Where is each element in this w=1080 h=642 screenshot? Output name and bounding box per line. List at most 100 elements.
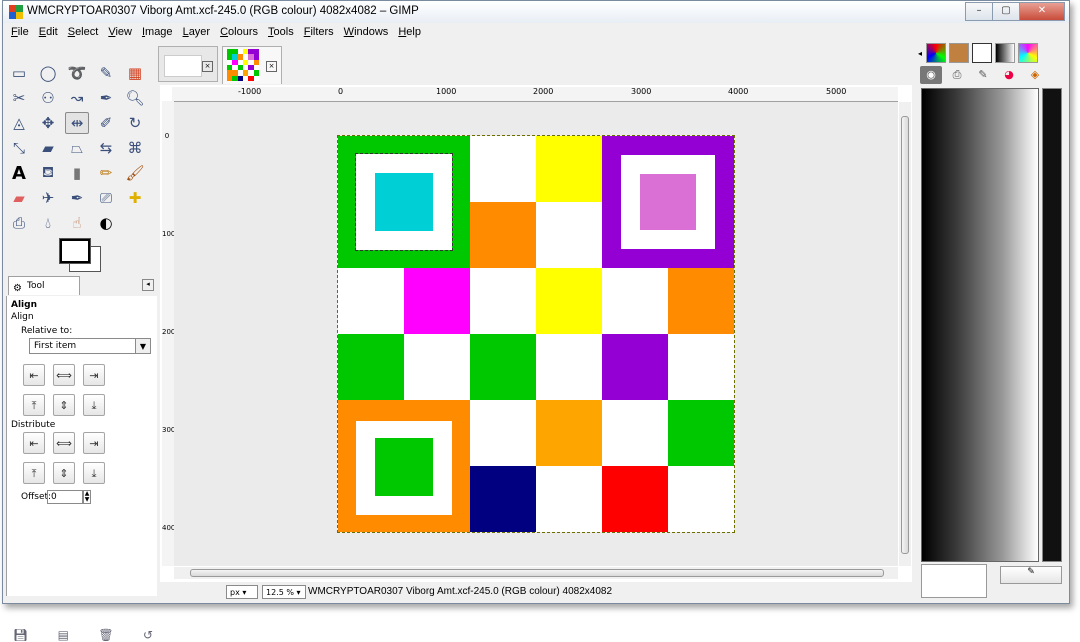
rotate-icon[interactable]: ↻ xyxy=(123,112,147,134)
align-bottom-button[interactable]: ⤓ xyxy=(83,394,105,416)
text-icon[interactable]: A xyxy=(7,162,31,184)
grid-cell xyxy=(470,268,536,334)
align-vcenter-button[interactable]: ⇕ xyxy=(53,394,75,416)
palette-icon[interactable]: ◈ xyxy=(1024,66,1046,84)
offset-field[interactable]: 0 xyxy=(47,490,83,504)
scissors-icon[interactable]: ✂ xyxy=(7,87,31,109)
scroll-thumb[interactable] xyxy=(190,569,884,577)
fuzzy-select-icon[interactable]: ✎ xyxy=(94,62,118,84)
distribute-vcenter-button[interactable]: ⇕ xyxy=(53,462,75,484)
image-content[interactable] xyxy=(337,135,735,533)
measure-icon[interactable]: ◬ xyxy=(7,112,31,134)
ruler-horizontal[interactable]: -1000 0 1000 2000 3000 4000 5000 xyxy=(172,87,898,102)
airbrush-icon[interactable]: ✈ xyxy=(36,187,60,209)
select-by-color-icon[interactable]: ▦ xyxy=(123,62,147,84)
color-wheel-icon[interactable]: ◕ xyxy=(998,66,1020,84)
distribute-top-button[interactable]: ⤒ xyxy=(23,462,45,484)
align-left-button[interactable]: ⇤ xyxy=(23,364,45,386)
menu-tools[interactable]: Tools xyxy=(268,26,294,38)
align-hcenter-button[interactable]: ⟺ xyxy=(53,364,75,386)
gradient-preview[interactable] xyxy=(921,88,1039,562)
horizontal-scrollbar[interactable] xyxy=(174,567,898,579)
dock-menu-icon[interactable]: ◂ xyxy=(918,49,922,58)
color-picker-icon[interactable]: ✒ xyxy=(94,87,118,109)
menu-colours[interactable]: Colours xyxy=(220,26,258,38)
distribute-right-button[interactable]: ⇥ xyxy=(83,432,105,454)
blend-icon[interactable]: ▮ xyxy=(65,162,89,184)
crop-icon[interactable]: ✐ xyxy=(94,112,118,134)
ellipse-select-icon[interactable]: ◯ xyxy=(36,62,60,84)
zoom-icon[interactable]: 🔍︎ xyxy=(123,87,147,109)
smudge-icon[interactable]: ☝ xyxy=(65,212,89,234)
tab-tool-options[interactable]: ⚙ Tool Options xyxy=(8,276,80,309)
relative-to-select[interactable]: First item ▼ xyxy=(29,338,151,354)
offset-stepper[interactable]: ▲ ▼ xyxy=(83,490,91,504)
foreground-color[interactable] xyxy=(59,238,91,264)
perspective-icon[interactable]: ⏢ xyxy=(65,137,89,159)
zoom-select[interactable]: 12.5 % ▾ xyxy=(262,585,306,599)
brushes-tab-icon[interactable] xyxy=(949,43,970,63)
delete-options-icon[interactable]: 🗑︎ xyxy=(98,628,113,642)
shear-icon[interactable]: ▰ xyxy=(36,137,60,159)
rect-select-icon[interactable]: ▭ xyxy=(7,62,31,84)
paintbrush-icon[interactable]: 🖌︎ xyxy=(123,162,147,184)
menu-image[interactable]: Image xyxy=(142,26,173,38)
dodge-burn-icon[interactable]: ◐ xyxy=(94,212,118,234)
brush-icon[interactable]: ✎ xyxy=(972,66,994,84)
distribute-left-button[interactable]: ⇤ xyxy=(23,432,45,454)
color-swatches[interactable] xyxy=(55,236,105,272)
pencil-icon[interactable]: ✏ xyxy=(94,162,118,184)
print-icon[interactable]: ⎙ xyxy=(946,66,968,84)
paths-tab-icon[interactable] xyxy=(972,43,993,63)
image-tab-blank[interactable]: × xyxy=(158,46,218,82)
align-icon[interactable]: ⇹ xyxy=(65,112,89,134)
eraser-icon[interactable]: ▰ xyxy=(7,187,31,209)
foreground-select-icon[interactable]: ⚇ xyxy=(36,87,60,109)
maximize-button[interactable]: ▢ xyxy=(992,2,1020,21)
save-options-icon[interactable]: 💾︎ xyxy=(13,628,28,642)
unit-select[interactable]: px ▾ xyxy=(226,585,258,599)
reset-options-icon[interactable]: ↺ xyxy=(143,628,153,642)
patterns-tab-icon[interactable] xyxy=(926,43,947,63)
palettes-tab-icon[interactable] xyxy=(1018,43,1039,63)
edit-icon[interactable]: ✎ xyxy=(1000,566,1062,584)
menu-windows[interactable]: Windows xyxy=(344,26,389,38)
minimize-button[interactable]: – xyxy=(965,2,993,21)
distribute-bottom-button[interactable]: ⤓ xyxy=(83,462,105,484)
toolbox: ▭ ◯ ➰ ✎ ▦ ✂ ⚇ ↝ ✒ 🔍︎ ◬ ✥ ⇹ ✐ ↻ ⤡ ▰ ⏢ ⇆ ⌘… xyxy=(3,44,157,642)
close-icon[interactable]: × xyxy=(202,61,213,72)
distribute-hcenter-button[interactable]: ⟺ xyxy=(53,432,75,454)
cage-icon[interactable]: ⌘ xyxy=(123,137,147,159)
gradients-tab-icon[interactable] xyxy=(995,43,1016,63)
menu-file[interactable]: File xyxy=(11,26,29,38)
restore-options-icon[interactable]: ▤ xyxy=(58,628,69,642)
scroll-thumb[interactable] xyxy=(901,116,909,554)
menu-filters[interactable]: Filters xyxy=(304,26,334,38)
bucket-fill-icon[interactable]: ⛾ xyxy=(36,162,60,184)
vertical-scrollbar[interactable] xyxy=(899,102,911,566)
clone-icon[interactable]: ⎚ xyxy=(94,187,118,209)
align-right-button[interactable]: ⇥ xyxy=(83,364,105,386)
ink-icon[interactable]: ✒ xyxy=(65,187,89,209)
paths-icon[interactable]: ↝ xyxy=(65,87,89,109)
gimp-wilber-icon[interactable]: ◉ xyxy=(920,66,942,84)
menu-select[interactable]: Select xyxy=(68,26,99,38)
align-top-button[interactable]: ⤒ xyxy=(23,394,45,416)
move-icon[interactable]: ✥ xyxy=(36,112,60,134)
close-button[interactable]: ✕ xyxy=(1019,2,1065,21)
menu-help[interactable]: Help xyxy=(398,26,421,38)
lasso-icon[interactable]: ➰ xyxy=(65,62,89,84)
perspective-clone-icon[interactable]: ⎙ xyxy=(7,212,31,234)
tab-menu-icon[interactable]: ◂ xyxy=(142,279,154,291)
close-icon[interactable]: × xyxy=(266,61,277,72)
blur-icon[interactable]: 💧︎ xyxy=(36,212,60,234)
flip-icon[interactable]: ⇆ xyxy=(94,137,118,159)
menu-layer[interactable]: Layer xyxy=(183,26,211,38)
grid-cell xyxy=(536,202,602,268)
heal-icon[interactable]: ✚ xyxy=(123,187,147,209)
menu-edit[interactable]: Edit xyxy=(39,26,58,38)
image-tab-active[interactable]: × xyxy=(222,46,282,84)
menu-view[interactable]: View xyxy=(108,26,132,38)
scale-icon[interactable]: ⤡ xyxy=(7,137,31,159)
gradient-list[interactable] xyxy=(1042,88,1062,562)
